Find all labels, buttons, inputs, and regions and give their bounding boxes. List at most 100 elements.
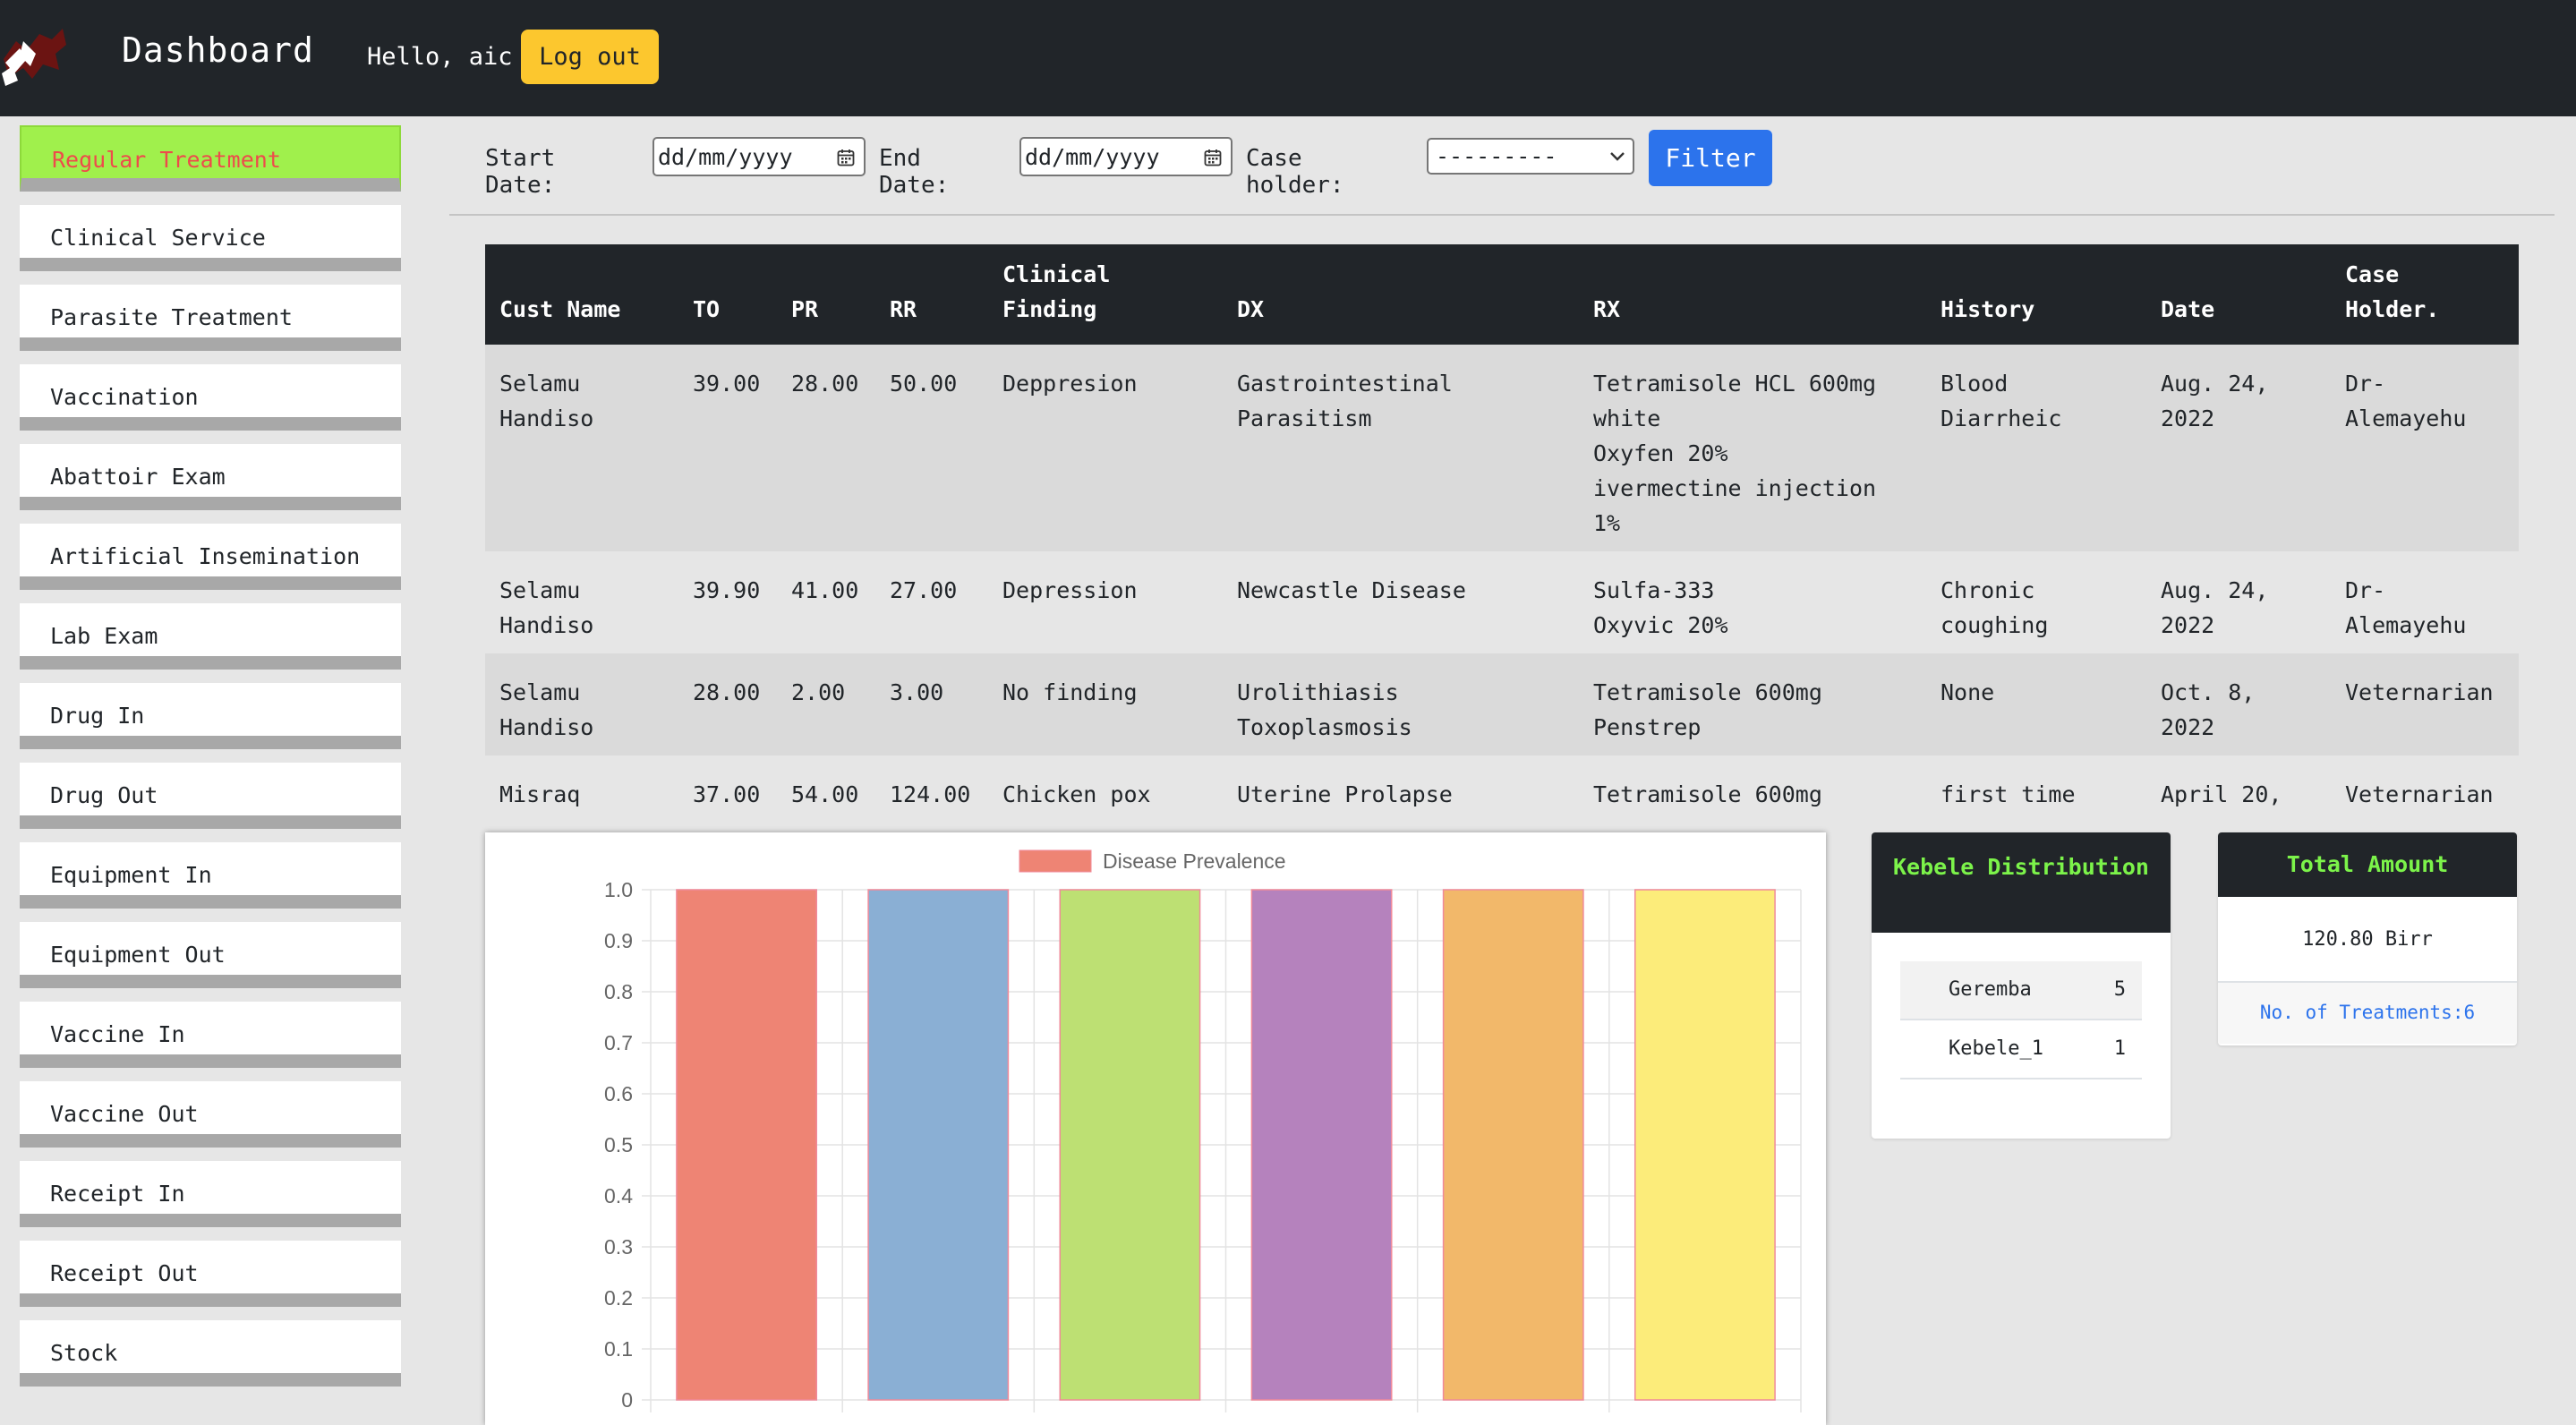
calendar-icon[interactable] (837, 149, 855, 166)
table-cell: Veternarian (2345, 679, 2494, 705)
table-cell: Veternarian (2345, 781, 2494, 807)
y-tick-label: 0.4 (604, 1184, 633, 1207)
table-cell: None (1941, 679, 1995, 705)
y-tick-label: 1.0 (604, 878, 633, 901)
sidebar-item-parasite-treatment[interactable]: Parasite Treatment (20, 285, 401, 351)
table-cell: 2.00 (791, 679, 846, 705)
sidebar-item-drug-in[interactable]: Drug In (20, 683, 401, 749)
table-cell: 54.00 (791, 781, 859, 807)
sidebar-item-stock[interactable]: Stock (20, 1320, 401, 1387)
table-cell: first time (1941, 781, 2076, 807)
legend-label: Disease Prevalence (1103, 849, 1286, 873)
kebele-list: Geremba 5 Kebele_1 1 (1900, 961, 2142, 1079)
y-tick-label: 0.1 (604, 1337, 633, 1361)
bar-chart: 1.0 0.9 0.8 0.7 0.6 0.5 0.4 0.3 0.2 0.1 0 Disease P… (604, 849, 1802, 1412)
kebele-count: 5 (2113, 978, 2126, 1001)
filter-button[interactable]: Filter (1649, 130, 1772, 186)
table-cell: Oct. 8, 2022 (2161, 679, 2256, 740)
top-navbar: Dashboard Hello, aic Log out (0, 0, 2576, 116)
col-header: History (1926, 244, 2146, 345)
sidebar-item-drug-out[interactable]: Drug Out (20, 763, 401, 829)
brand-title[interactable]: Dashboard (122, 30, 314, 70)
chevron-down-icon (1610, 152, 1625, 161)
list-item: Kebele_1 1 (1900, 1020, 2142, 1079)
kebele-name: Kebele_1 (1949, 1037, 2043, 1060)
legend-swatch (1019, 849, 1092, 873)
table-cell: Depression (1002, 577, 1138, 603)
treatment-table: Cust Name TO PR RR Clinical Finding DX R… (485, 244, 2519, 817)
bar (1633, 889, 1776, 1401)
col-header: Cust Name (485, 244, 678, 345)
table-cell: 28.00 (693, 679, 761, 705)
col-header: RR (875, 244, 988, 345)
sidebar-item-artificial-insemination[interactable]: Artificial Insemination (20, 524, 401, 590)
col-header: TO (678, 244, 777, 345)
y-tick-label: 0 (621, 1388, 633, 1412)
logo-icon[interactable] (0, 23, 72, 91)
treatment-count: No. of Treatments:6 (2218, 983, 2517, 1044)
kebele-name: Geremba (1949, 978, 2032, 1001)
sidebar-item-regular-treatment[interactable]: Regular Treatment (20, 125, 401, 192)
table-row: Selamu Handiso 28.00 2.00 3.00 No findin… (485, 653, 2519, 755)
sidebar-item-abattoir-exam[interactable]: Abattoir Exam (20, 444, 401, 510)
total-amount-value: 120.80 Birr (2218, 897, 2517, 983)
bar (1250, 889, 1393, 1401)
total-amount-card: Total Amount 120.80 Birr No. of Treatmen… (2218, 832, 2517, 1045)
sidebar-item-vaccine-out[interactable]: Vaccine Out (20, 1081, 401, 1148)
table-cell: Blood Diarrheic (1941, 371, 2062, 431)
y-tick-label: 0.6 (604, 1082, 633, 1105)
table-cell: Chronic coughing (1941, 577, 2049, 638)
table-row: Selamu Handiso 39.00 28.00 50.00 Deppres… (485, 345, 2519, 551)
table-cell: Uterine Prolapse Tetanus (1237, 781, 1453, 817)
case-holder-label: Case holder: (1246, 145, 1344, 199)
table-cell: 41.00 (791, 577, 859, 603)
col-header: Clinical Finding (988, 244, 1223, 345)
table-cell: 39.00 (693, 371, 761, 397)
table-cell: Sulfa-333 Oxyvic 20% (1593, 577, 1728, 638)
table-header-row: Cust Name TO PR RR Clinical Finding DX R… (485, 244, 2519, 345)
col-header: PR (777, 244, 875, 345)
table-cell: Selamu Handiso (499, 577, 594, 638)
kebele-distribution-card: Kebele Distribution Geremba 5 Kebele_1 1 (1872, 832, 2171, 1139)
table-cell: Aug. 24, 2022 (2161, 371, 2269, 431)
kebele-count: 1 (2113, 1037, 2126, 1060)
case-holder-value: --------- (1436, 143, 1557, 169)
y-tick-label: 0.2 (604, 1286, 633, 1310)
logout-button[interactable]: Log out (521, 30, 659, 84)
sidebar-item-lab-exam[interactable]: Lab Exam (20, 603, 401, 670)
list-item: Geremba 5 (1900, 961, 2142, 1020)
table-cell: Newcastle Disease (1237, 577, 1466, 603)
sidebar-item-vaccination[interactable]: Vaccination (20, 364, 401, 431)
y-tick-label: 0.5 (604, 1133, 633, 1156)
sidebar-item-equipment-in[interactable]: Equipment In (20, 842, 401, 909)
y-tick-label: 0.8 (604, 980, 633, 1003)
table-cell: 39.90 (693, 577, 761, 603)
case-holder-select[interactable]: --------- (1427, 138, 1634, 175)
calendar-icon[interactable] (1204, 149, 1222, 166)
table-cell: Selamu Handiso (499, 679, 594, 740)
start-date-input[interactable]: dd/mm/yyyy (653, 137, 866, 176)
table-cell: Gastrointestinal Parasitism (1237, 371, 1453, 431)
sidebar-item-receipt-out[interactable]: Receipt Out (20, 1241, 401, 1307)
col-header: Date (2146, 244, 2331, 345)
end-date-input[interactable]: dd/mm/yyyy (1019, 137, 1233, 176)
sidebar-item-equipment-out[interactable]: Equipment Out (20, 922, 401, 988)
table-cell: Tetramisole 600mg Sulfathiazole (1593, 781, 1822, 817)
sidebar-item-vaccine-in[interactable]: Vaccine In (20, 1002, 401, 1068)
col-header: DX (1223, 244, 1579, 345)
sidebar-item-clinical-service[interactable]: Clinical Service (20, 205, 401, 271)
start-date-placeholder: dd/mm/yyyy (658, 144, 793, 170)
col-header: Case Holder. (2331, 244, 2519, 345)
treatment-table-container[interactable]: Cust Name TO PR RR Clinical Finding DX R… (485, 244, 2519, 817)
table-cell: Urolithiasis Toxoplasmosis (1237, 679, 1412, 740)
table-cell: Dr- Alemayehu (2345, 577, 2467, 638)
end-date-placeholder: dd/mm/yyyy (1025, 144, 1160, 170)
table-row: Misraq Dagalo 37.00 54.00 124.00 Chicken… (485, 755, 2519, 817)
bar (1442, 889, 1584, 1401)
kebele-card-title: Kebele Distribution (1872, 832, 2171, 933)
table-cell: 37.00 (693, 781, 761, 807)
table-row: Selamu Handiso 39.90 41.00 27.00 Depress… (485, 551, 2519, 653)
table-cell: Selamu Handiso (499, 371, 594, 431)
sidebar-item-receipt-in[interactable]: Receipt In (20, 1161, 401, 1227)
col-header: RX (1579, 244, 1926, 345)
